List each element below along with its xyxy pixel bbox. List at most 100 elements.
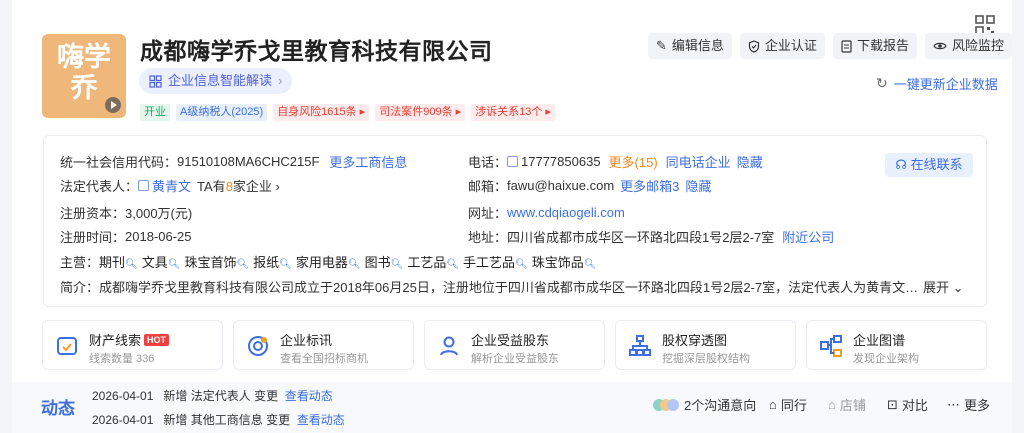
feature-bid-info[interactable]: 企业标讯 查看全国招标商机	[233, 320, 414, 370]
reg-date-value: 2018-06-25	[125, 229, 192, 244]
business-item[interactable]: 家用电器🔍︎	[296, 252, 365, 271]
tag-taxpayer[interactable]: A级纳税人(2025)	[176, 104, 268, 121]
status-tags: 开业 A级纳税人(2025) 自身风险1615条 ▸ 司法案件909条 ▸ 涉诉…	[140, 104, 555, 121]
risk-monitor-button[interactable]: 风险监控	[924, 33, 1012, 59]
equity-chart-icon	[629, 335, 651, 356]
hide-phone-link[interactable]: 隐藏	[737, 152, 763, 171]
search-icon: 🔍︎	[347, 259, 361, 270]
grid-sparkle-icon	[149, 74, 162, 88]
business-item[interactable]: 报纸🔍︎	[253, 252, 296, 271]
intro-text: 成都嗨学乔戈里教育科技有限公司成立于2018年06月25日，注册地位于四川省成都…	[99, 280, 919, 295]
search-icon: 🔍︎	[583, 259, 597, 270]
search-icon: 🔍︎	[125, 259, 138, 270]
hide-email-link[interactable]: 隐藏	[685, 176, 711, 195]
business-item[interactable]: 期刊🔍︎	[99, 252, 142, 271]
tag-judicial-cases[interactable]: 司法案件909条 ▸	[375, 104, 466, 121]
enterprise-graph-icon	[820, 335, 842, 357]
play-icon[interactable]	[105, 97, 121, 113]
tag-litigation[interactable]: 涉诉关系13个 ▸	[471, 104, 555, 121]
ta-companies-link[interactable]: TA有8家企业 ›	[197, 176, 280, 195]
headset-icon: ☊	[895, 157, 907, 172]
peer-button[interactable]: ⌂ 同行	[769, 395, 807, 414]
dynamic-item: 2026-04-01 新增 法定代表人 变更 查看动态	[92, 389, 333, 403]
business-item[interactable]: 图书🔍︎	[365, 252, 408, 271]
business-item[interactable]: 工艺品🔍︎	[407, 252, 463, 271]
refresh-icon: ↻	[876, 75, 888, 91]
more-button[interactable]: ⋯ 更多	[947, 395, 990, 414]
view-dynamic-link[interactable]: 查看动态	[285, 389, 333, 403]
search-icon: 🔍︎	[167, 259, 181, 270]
shop-button[interactable]: ⌂ 店铺	[828, 395, 866, 414]
person-card-icon	[138, 180, 150, 191]
reg-date-row: 注册时间： 2018-06-25	[60, 229, 192, 245]
property-clue-icon	[57, 337, 77, 355]
peer-icon: ⌂	[769, 397, 777, 412]
more-dots-icon: ⋯	[947, 396, 960, 412]
bid-info-icon	[248, 336, 268, 356]
feature-enterprise-graph[interactable]: 企业图谱 发现企业架构	[806, 320, 987, 370]
search-icon: 🔍︎	[236, 259, 250, 270]
company-logo[interactable]: 嗨学 乔	[42, 34, 126, 118]
email-row: 邮箱： fawu@haixue.com 更多邮箱3 隐藏	[468, 176, 712, 195]
phone-icon	[507, 156, 519, 167]
chevron-right-icon: ›	[278, 73, 283, 88]
dynamics-title: 动态	[41, 399, 75, 418]
more-business-link[interactable]: 更多工商信息	[329, 152, 407, 171]
nearby-companies-link[interactable]: 附近公司	[782, 227, 834, 246]
search-icon: 🔍︎	[279, 259, 292, 270]
edit-icon: ✎	[656, 38, 667, 53]
dynamic-item: 2026-04-01 新增 其他工商信息 变更 查看动态	[92, 413, 345, 427]
email-value: fawu@haixue.com	[507, 178, 615, 193]
company-name: 成都嗨学乔戈里教育科技有限公司	[140, 38, 493, 64]
address-row: 地址： 四川省成都市成华区一环路北四段1号2层2-7室 附近公司	[468, 227, 834, 246]
email-more-link[interactable]: 更多邮箱3	[620, 176, 679, 195]
feature-equity-chart[interactable]: 股权穿透图 挖掘深层股权结构	[615, 320, 796, 370]
business-item[interactable]: 文具🔍︎	[142, 252, 185, 271]
edit-info-button[interactable]: ✎ 编辑信息	[648, 33, 732, 59]
address-value: 四川省成都市成华区一环路北四段1号2层2-7室	[507, 230, 775, 245]
search-icon: 🔍︎	[390, 259, 404, 270]
legal-rep-row: 法定代表人： 黄青文 TA有8家企业 ›	[60, 176, 280, 195]
document-icon	[841, 39, 852, 53]
header-actions: ✎ 编辑信息 企业认证 下载报告 风险监控	[648, 33, 1012, 59]
expand-link[interactable]: 展开 ⌄	[923, 277, 964, 296]
beneficiary-icon	[440, 336, 458, 356]
capital-value: 3,000万(元)	[125, 206, 193, 221]
refresh-data-link[interactable]: ↻ 一键更新企业数据	[876, 74, 998, 93]
compare-button[interactable]: ⊡ 对比	[887, 395, 928, 414]
tag-status: 开业	[140, 104, 170, 121]
business-item[interactable]: 珠宝饰品🔍︎	[532, 252, 601, 271]
same-phone-link[interactable]: 同电话企业	[666, 152, 731, 171]
compare-icon: ⊡	[887, 396, 898, 412]
legal-rep-link[interactable]: 黄青文	[152, 176, 191, 195]
ai-pill-label: 企业信息智能解读	[168, 73, 273, 88]
eye-icon	[933, 42, 947, 50]
shop-icon: ⌂	[828, 397, 836, 412]
capital-row: 注册资本： 3,000万(元)	[60, 203, 192, 222]
feature-beneficiary[interactable]: 企业受益股东 解析企业受益股东	[424, 320, 605, 370]
certify-button[interactable]: 企业认证	[739, 33, 825, 59]
dynamics-bar: 动态 2026-04-01 新增 法定代表人 变更 查看动态 2026-04-0…	[12, 382, 1012, 433]
shield-icon	[748, 39, 760, 53]
avatars-icon	[653, 398, 679, 411]
website-row: 网址： www.cdqiaogeli.com	[468, 205, 625, 221]
search-icon: 🔍︎	[515, 259, 528, 270]
feature-property-clues[interactable]: 财产线索 HOT 线索数量 336	[42, 320, 223, 370]
online-contact-button[interactable]: ☊ 在线联系	[885, 153, 973, 177]
contact-intent-button[interactable]: 2个沟通意向	[652, 395, 756, 414]
ai-interpretation-button[interactable]: 企业信息智能解读 ›	[139, 68, 293, 94]
phone-more-link[interactable]: 更多(15)	[609, 152, 658, 171]
phone-row: 电话： 17777850635 更多(15) 同电话企业 隐藏	[468, 152, 763, 171]
hot-badge: HOT	[144, 333, 170, 346]
business-item[interactable]: 珠宝首饰🔍︎	[184, 252, 253, 271]
website-link[interactable]: www.cdqiaogeli.com	[507, 205, 625, 220]
view-dynamic-link[interactable]: 查看动态	[297, 413, 345, 427]
credit-code-value: 91510108MA6CHC215F	[177, 154, 320, 169]
download-report-button[interactable]: 下载报告	[832, 33, 917, 59]
phone-value: 17777850635	[521, 154, 601, 169]
credit-code-row: 统一社会信用代码： 91510108MA6CHC215F 更多工商信息	[60, 152, 408, 171]
intro-row: 简介： 成都嗨学乔戈里教育科技有限公司成立于2018年06月25日，注册地位于四…	[60, 277, 972, 296]
tag-own-risk[interactable]: 自身风险1615条 ▸	[273, 104, 370, 121]
business-item[interactable]: 手工艺品🔍︎	[463, 252, 532, 271]
business-row: 主营： 期刊🔍︎ 文具🔍︎ 珠宝首饰🔍︎ 报纸🔍︎ 家用电器🔍︎ 图书🔍︎ 工艺…	[60, 252, 600, 271]
